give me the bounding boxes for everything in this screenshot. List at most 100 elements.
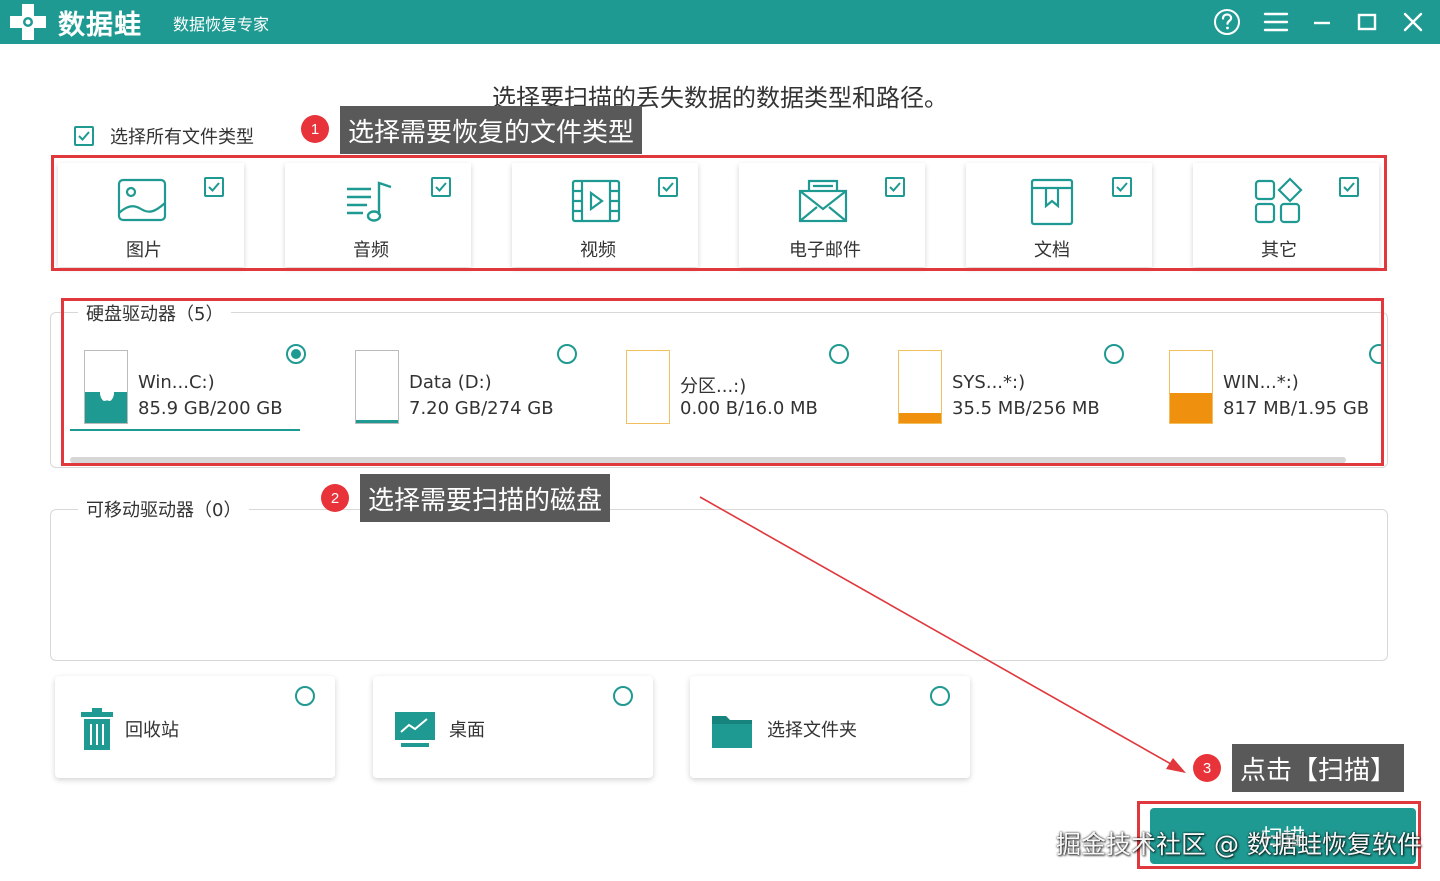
logo-text: 数据蛙 xyxy=(58,10,142,41)
minimize-icon xyxy=(1314,21,1330,25)
menu-button[interactable] xyxy=(1258,4,1294,40)
desktop-icon xyxy=(395,712,435,747)
drive-list-scrollbar[interactable] xyxy=(70,457,1346,463)
folder-icon xyxy=(712,716,752,748)
removable-group xyxy=(50,509,1388,661)
checkmark-icon xyxy=(1116,182,1128,192)
document-checkbox[interactable] xyxy=(1112,177,1132,197)
drive-sys[interactable]: SYS...*:) 35.5 MB/256 MB xyxy=(898,340,1148,436)
checkmark-icon xyxy=(208,182,220,192)
drive-name: Data (D:) xyxy=(409,372,492,393)
audio-icon xyxy=(347,181,392,222)
audio-checkbox[interactable] xyxy=(431,177,451,197)
video-icon xyxy=(571,179,621,223)
checkmark-icon xyxy=(435,182,447,192)
video-checkbox[interactable] xyxy=(658,177,678,197)
minimize-button[interactable] xyxy=(1304,4,1340,40)
help-icon xyxy=(1214,9,1240,35)
file-type-label: 图片 xyxy=(126,240,162,261)
logo-cross-icon xyxy=(10,4,46,40)
highlight-file-types xyxy=(51,155,1387,271)
file-type-image[interactable]: 图片 xyxy=(58,163,244,267)
drive-win[interactable]: WIN...*:) 817 MB/1.95 GB xyxy=(1169,340,1381,436)
maximize-icon xyxy=(1357,13,1377,31)
drive-size: 85.9 GB/200 GB xyxy=(138,398,283,419)
drive-size: 0.00 B/16.0 MB xyxy=(680,398,818,419)
drive-usage-fill xyxy=(356,420,398,423)
drive-c[interactable]: Win...C:) 85.9 GB/200 GB xyxy=(70,340,334,436)
select-all-checkbox[interactable]: 选择所有文件类型 xyxy=(74,124,254,148)
location-radio[interactable] xyxy=(930,686,950,706)
checkmark-icon xyxy=(78,131,90,141)
drive-partition[interactable]: 分区...:) 0.00 B/16.0 MB xyxy=(626,340,876,436)
title-bar: 数据蛙 数据恢复专家 xyxy=(0,0,1440,44)
app-subtitle: 数据恢复专家 xyxy=(173,15,270,34)
file-type-video[interactable]: 视频 xyxy=(512,163,698,267)
location-folder[interactable]: 选择文件夹 xyxy=(690,676,970,778)
location-recycle-bin[interactable]: 回收站 xyxy=(55,676,335,778)
drive-usage-fill xyxy=(1170,392,1212,423)
drive-usage-fill xyxy=(899,412,941,423)
help-button[interactable] xyxy=(1209,4,1245,40)
file-type-email[interactable]: 电子邮件 xyxy=(739,163,925,267)
select-all-label: 选择所有文件类型 xyxy=(110,127,254,148)
document-icon xyxy=(1030,178,1074,226)
file-type-label: 其它 xyxy=(1261,240,1297,261)
other-checkbox[interactable] xyxy=(1339,177,1359,197)
close-icon xyxy=(1403,12,1423,32)
callout-number-1: 1 xyxy=(301,115,329,143)
drive-name: WIN...*:) xyxy=(1223,372,1299,393)
file-type-label: 电子邮件 xyxy=(789,240,861,261)
recycle-bin-icon xyxy=(81,708,113,750)
drive-icon xyxy=(355,350,399,424)
removable-title: 可移动驱动器（0） xyxy=(78,496,250,522)
drive-icon xyxy=(898,350,942,424)
file-type-label: 音频 xyxy=(353,240,389,261)
drive-icon xyxy=(1169,350,1213,424)
file-type-document[interactable]: 文档 xyxy=(966,163,1152,267)
drive-d[interactable]: Data (D:) 7.20 GB/274 GB xyxy=(355,340,605,436)
selected-underline xyxy=(70,429,300,431)
drive-name: SYS...*:) xyxy=(952,372,1026,393)
location-radio[interactable] xyxy=(613,686,633,706)
callout-disks: 选择需要扫描的磁盘 xyxy=(360,474,611,522)
file-type-label: 文档 xyxy=(1034,240,1070,261)
drive-size: 35.5 MB/256 MB xyxy=(952,398,1100,419)
drive-size: 7.20 GB/274 GB xyxy=(409,398,554,419)
drive-name: 分区...:) xyxy=(680,376,747,397)
callout-file-types: 选择需要恢复的文件类型 xyxy=(340,106,643,154)
location-desktop[interactable]: 桌面 xyxy=(373,676,653,778)
maximize-button[interactable] xyxy=(1349,4,1385,40)
file-type-other[interactable]: 其它 xyxy=(1193,163,1379,267)
drive-name: Win...C:) xyxy=(138,372,215,393)
other-icon xyxy=(1254,177,1303,224)
drive-icon xyxy=(84,350,128,424)
windows-logo-icon xyxy=(100,385,114,401)
location-label: 回收站 xyxy=(125,720,179,741)
checkmark-icon xyxy=(1343,182,1355,192)
callout-number-3: 3 xyxy=(1193,754,1221,782)
callout-number-2: 2 xyxy=(321,484,349,512)
close-button[interactable] xyxy=(1395,4,1431,40)
drive-radio[interactable] xyxy=(557,344,577,364)
email-icon xyxy=(798,179,848,223)
checkbox[interactable] xyxy=(74,126,94,146)
drive-size: 817 MB/1.95 GB xyxy=(1223,398,1370,419)
image-checkbox[interactable] xyxy=(204,177,224,197)
location-label: 选择文件夹 xyxy=(767,720,857,741)
drive-icon xyxy=(626,350,670,424)
file-type-audio[interactable]: 音频 xyxy=(285,163,471,267)
location-label: 桌面 xyxy=(449,720,485,741)
callout-scan: 点击【扫描】 xyxy=(1232,744,1405,792)
checkmark-icon xyxy=(662,182,674,192)
email-checkbox[interactable] xyxy=(885,177,905,197)
hard-disk-title: 硬盘驱动器（5） xyxy=(78,300,232,326)
location-radio[interactable] xyxy=(295,686,315,706)
drive-radio[interactable] xyxy=(1369,344,1381,364)
drive-radio[interactable] xyxy=(829,344,849,364)
page-heading: 选择要扫描的丢失数据的数据类型和路径。 xyxy=(492,84,948,112)
drive-radio[interactable] xyxy=(286,344,306,364)
menu-icon xyxy=(1263,12,1289,32)
image-icon xyxy=(117,178,167,222)
drive-radio[interactable] xyxy=(1104,344,1124,364)
